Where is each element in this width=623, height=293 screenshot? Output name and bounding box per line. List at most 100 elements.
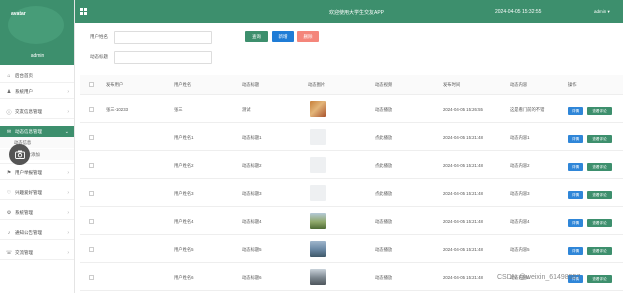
detail-button[interactable]: 详情 <box>568 163 583 171</box>
sidebar-item-label: 系统管理 <box>15 210 33 215</box>
camera-icon[interactable] <box>9 144 30 165</box>
row-checkbox[interactable] <box>89 247 94 252</box>
heart-icon: ♡ <box>6 190 12 196</box>
cell-title: 测试 <box>242 107 251 112</box>
sidebar-item-label: 兴趣爱好管理 <box>15 190 42 195</box>
username-label: 用户姓名 <box>90 34 108 39</box>
sidebar-item-1[interactable]: ♟ 系统用户 › <box>0 86 74 99</box>
menu-grid-icon[interactable] <box>80 8 87 15</box>
select-all-checkbox[interactable] <box>89 82 94 87</box>
dynamic-image-thumbnail[interactable] <box>310 213 326 229</box>
cell-time: 2024-04-05 15:21:48 <box>443 135 483 140</box>
avatar-text: avatar <box>11 11 26 17</box>
header-image: 动态图片 <box>308 82 326 87</box>
cell-content: 动态内容2 <box>510 163 530 168</box>
cell-time: 2024-04-05 15:21:48 <box>443 275 483 280</box>
cell-video[interactable]: 点此播放 <box>375 135 392 141</box>
watermark: CSDN @weixin_61498557 <box>497 274 581 281</box>
chevron-down-icon: ⌄ <box>64 129 69 135</box>
sidebar-item-label: 系统用户 <box>15 89 33 94</box>
sidebar-item-label: 交友信息管理 <box>15 109 42 114</box>
row-checkbox[interactable] <box>89 107 94 112</box>
cell-video[interactable]: 点此播放 <box>375 191 392 197</box>
cell-time: 2024-04-05 15:21:48 <box>443 219 483 224</box>
admin-menu[interactable]: admin ▾ <box>594 9 610 15</box>
cell-content: 这是看门前的不错 <box>510 107 545 112</box>
sidebar-item-9[interactable]: ☏ 交流管理 › <box>0 247 74 260</box>
chevron-right-icon: › <box>67 170 69 176</box>
dynamic-image-thumbnail[interactable] <box>310 157 326 173</box>
cell-video[interactable]: 动态播放 <box>375 247 392 253</box>
cell-time: 2024-04-05 15:26:55 <box>443 107 483 112</box>
dynamic-image-thumbnail[interactable] <box>310 269 326 285</box>
cell-publisher: 张三-10233 <box>106 107 128 112</box>
cell-content: 动态内容4 <box>510 219 530 224</box>
current-datetime: 2024-04-05 15:32:55 <box>495 9 542 15</box>
sidebar-item-2[interactable]: ⓘ 交友信息管理 › <box>0 106 74 119</box>
view-comments-button[interactable]: 查看评论 <box>587 247 612 255</box>
row-checkbox[interactable] <box>89 163 94 168</box>
sidebar: avatar admin ⌂ 后台首页 ♟ 系统用户 › ⓘ 交友信息管理 › ✉ 动态信息管理 ⌄… <box>0 0 75 293</box>
cell-video[interactable]: 点此播放 <box>375 163 392 169</box>
cell-time: 2024-04-05 15:21:48 <box>443 191 483 196</box>
sidebar-item-label: 动态信息管理 <box>15 129 42 134</box>
cell-title: 动态标题1 <box>242 135 262 140</box>
header-user-name: 用户姓名 <box>174 82 192 87</box>
cell-video[interactable]: 动态播放 <box>375 107 392 113</box>
sidebar-item-7[interactable]: ⚙ 系统管理 › <box>0 207 74 220</box>
username-input[interactable] <box>114 31 212 44</box>
flag-icon: ⚑ <box>6 170 12 176</box>
cell-user-name: 用户姓名6 <box>174 275 194 280</box>
view-comments-button[interactable]: 查看评论 <box>587 219 612 227</box>
detail-button[interactable]: 详情 <box>568 247 583 255</box>
dynamic-image-thumbnail[interactable] <box>310 129 326 145</box>
chat-icon: ☏ <box>5 250 13 256</box>
bell-icon: ♪ <box>7 230 11 236</box>
view-comments-button[interactable]: 查看评论 <box>587 275 612 283</box>
header-content: 动态内容 <box>510 82 528 87</box>
info-icon: ⓘ <box>6 109 12 116</box>
add-button[interactable]: 新增 <box>272 31 294 42</box>
table-header: 发布用户 用户姓名 动态标题 动态图片 动态视频 发布时间 动态内容 操作 <box>80 75 623 95</box>
sidebar-item-8[interactable]: ♪ 通知公告管理 › <box>0 227 74 240</box>
dynamic-image-thumbnail[interactable] <box>310 185 326 201</box>
detail-button[interactable]: 详情 <box>568 191 583 199</box>
main-content: 用户姓名 动态标题 查询 新增 删除 发布用户 用户姓名 动态标题 动态图片 动… <box>75 23 623 293</box>
row-checkbox[interactable] <box>89 135 94 140</box>
cell-user-name: 张三 <box>174 107 183 112</box>
detail-button[interactable]: 详情 <box>568 107 583 115</box>
cell-user-name: 用户姓名2 <box>174 163 194 168</box>
delete-button[interactable]: 删除 <box>297 31 319 42</box>
table-row: 用户姓名3 动态标题3 点此播放 2024-04-05 15:21:48 动态内容3 详情… <box>80 179 623 207</box>
cell-title: 动态标题6 <box>242 275 262 280</box>
dynamic-image-thumbnail[interactable] <box>310 101 326 117</box>
table-row: 用户姓名4 动态标题4 动态播放 2024-04-05 15:21:48 动态内容4 详情… <box>80 207 623 235</box>
table-row: 用户姓名1 动态标题1 点此播放 2024-04-05 15:21:48 动态内容1 详情… <box>80 123 623 151</box>
cell-time: 2024-04-05 15:21:48 <box>443 247 483 252</box>
view-comments-button[interactable]: 查看评论 <box>587 191 612 199</box>
chevron-right-icon: › <box>67 89 69 95</box>
row-checkbox[interactable] <box>89 219 94 224</box>
cell-title: 动态标题4 <box>242 219 262 224</box>
header-publisher: 发布用户 <box>106 82 124 87</box>
header-actions: 操作 <box>568 82 577 87</box>
view-comments-button[interactable]: 查看评论 <box>587 135 612 143</box>
view-comments-button[interactable]: 查看评论 <box>587 163 612 171</box>
title-input[interactable] <box>114 51 212 64</box>
row-checkbox[interactable] <box>89 191 94 196</box>
detail-button[interactable]: 详情 <box>568 219 583 227</box>
title-label: 动态标题 <box>90 54 108 59</box>
query-button[interactable]: 查询 <box>245 31 268 42</box>
sidebar-item-5[interactable]: ⚑ 用户举报管理 › <box>0 167 74 180</box>
cell-video[interactable]: 动态播放 <box>375 219 392 225</box>
detail-button[interactable]: 详情 <box>568 135 583 143</box>
cell-video[interactable]: 动态播放 <box>375 275 392 281</box>
cell-title: 动态标题3 <box>242 191 262 196</box>
row-checkbox[interactable] <box>89 275 94 280</box>
sidebar-item-label: 用户举报管理 <box>15 170 42 175</box>
dynamic-image-thumbnail[interactable] <box>310 241 326 257</box>
sidebar-item-0[interactable]: ⌂ 后台首页 <box>0 70 74 83</box>
view-comments-button[interactable]: 查看评论 <box>587 107 612 115</box>
sidebar-item-6[interactable]: ♡ 兴趣爱好管理 › <box>0 187 74 200</box>
cell-title: 动态标题5 <box>242 247 262 252</box>
